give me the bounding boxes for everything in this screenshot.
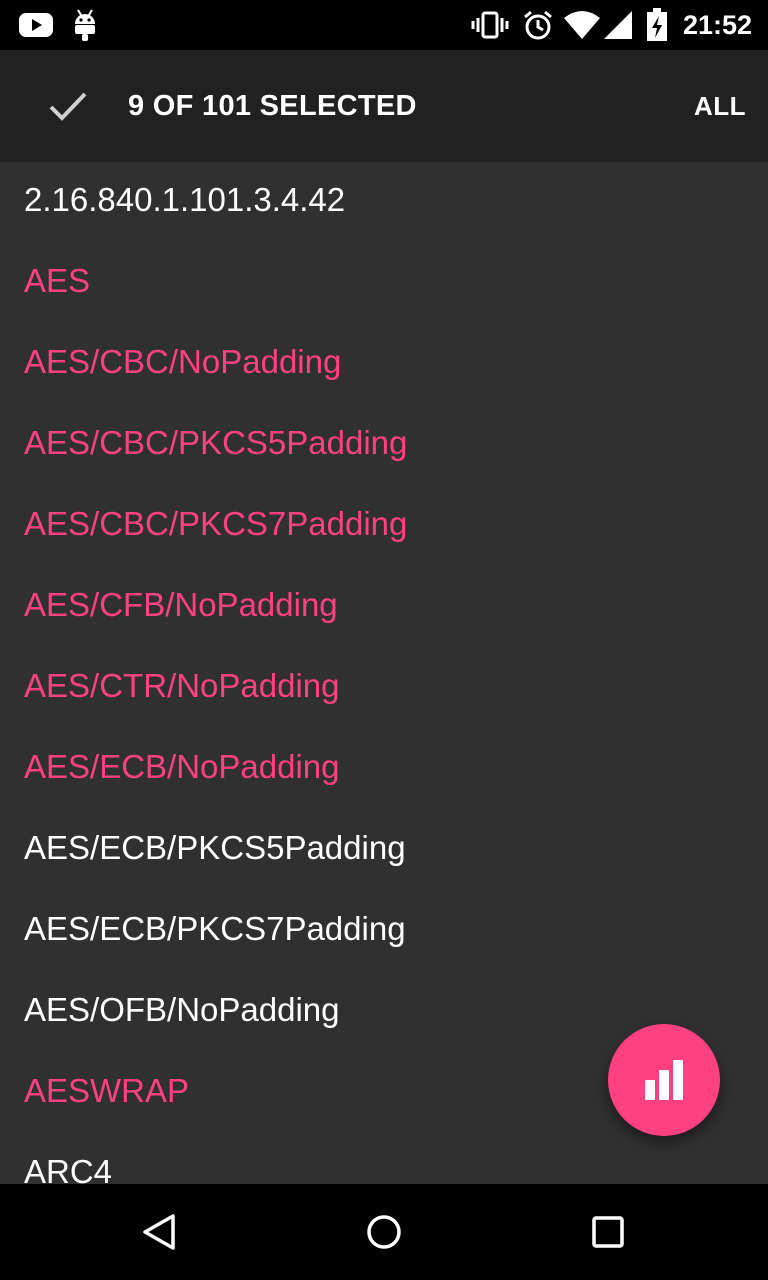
cell-signal-icon: [602, 0, 634, 50]
vibrate-icon: [470, 0, 510, 50]
list-item[interactable]: AES/CBC/NoPadding: [0, 324, 768, 405]
status-bar: 21:52: [0, 0, 768, 50]
android-icon: [70, 0, 100, 50]
select-all-button[interactable]: ALL: [694, 50, 746, 162]
list-item[interactable]: AES/CTR/NoPadding: [0, 648, 768, 729]
bar-chart-icon: [645, 1060, 683, 1100]
status-time: 21:52: [682, 10, 752, 40]
contextual-action-bar: 9 OF 101 SELECTED ALL: [0, 50, 768, 162]
done-button[interactable]: [40, 78, 96, 134]
check-icon: [49, 92, 87, 121]
list-item[interactable]: AES/CBC/PKCS5Padding: [0, 405, 768, 486]
back-icon: [143, 1214, 175, 1250]
screen: 21:52 9 OF 101 SELECTED ALL 2.16.840.1.1…: [0, 0, 768, 1280]
alarm-icon: [520, 0, 556, 50]
home-icon: [367, 1215, 401, 1249]
list-item[interactable]: 2.16.840.1.101.3.4.42: [0, 162, 768, 243]
navigation-bar: [0, 1184, 768, 1280]
home-button[interactable]: [354, 1202, 414, 1262]
list-item[interactable]: AES: [0, 243, 768, 324]
list-item[interactable]: AES/CFB/NoPadding: [0, 567, 768, 648]
back-button[interactable]: [130, 1202, 190, 1262]
battery-charging-icon: [644, 0, 670, 50]
list-item[interactable]: AES/CBC/PKCS7Padding: [0, 486, 768, 567]
wifi-icon: [562, 0, 602, 50]
recents-icon: [592, 1216, 624, 1248]
list-item[interactable]: AES/ECB/PKCS5Padding: [0, 810, 768, 891]
recents-button[interactable]: [578, 1202, 638, 1262]
list-item[interactable]: ARC4: [0, 1134, 768, 1184]
stats-fab-button[interactable]: [608, 1024, 720, 1136]
list-item[interactable]: AES/ECB/PKCS7Padding: [0, 891, 768, 972]
youtube-icon: [18, 0, 54, 50]
list-item[interactable]: AES/ECB/NoPadding: [0, 729, 768, 810]
selection-count-title: 9 OF 101 SELECTED: [128, 90, 417, 122]
